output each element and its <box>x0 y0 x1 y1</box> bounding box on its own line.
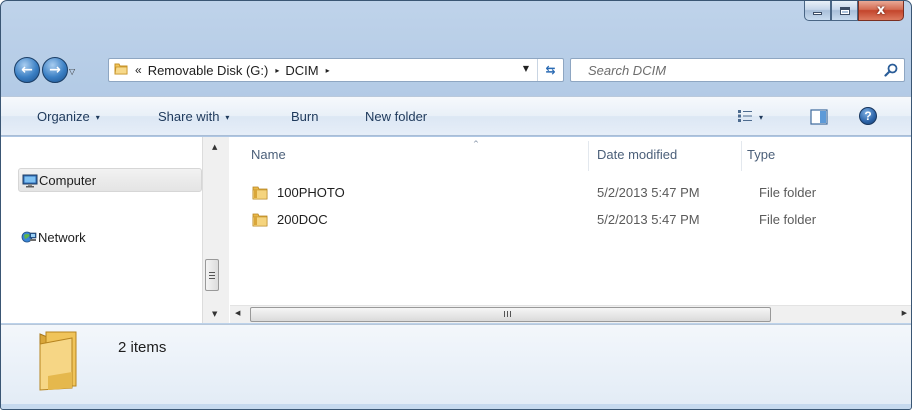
nav-item-computer[interactable]: Computer <box>18 168 202 192</box>
file-date-modified: 5/2/2013 5:47 PM <box>597 212 700 227</box>
folder-icon <box>251 211 269 232</box>
close-button[interactable]: x <box>858 1 904 21</box>
grip-icon <box>504 311 511 317</box>
explorer-window: x ← → ▽ « Removable Disk (G:) ▸ DCIM ▸ ▼ <box>0 0 912 410</box>
chevron-down-icon: ▾ <box>759 113 764 122</box>
breadcrumb-overflow[interactable]: « <box>135 63 142 77</box>
chevron-down-icon: ▾ <box>95 113 100 122</box>
scroll-down-icon[interactable]: ▼ <box>212 310 217 318</box>
scroll-left-icon[interactable]: ◀ <box>235 309 240 317</box>
chevron-down-icon: ▾ <box>225 113 230 122</box>
details-view-icon <box>737 109 753 126</box>
preview-pane-icon <box>810 109 828 128</box>
refresh-button[interactable]: ⇆ <box>537 59 563 81</box>
preview-pane-button[interactable] <box>810 109 828 128</box>
folder-icon <box>113 61 129 80</box>
help-icon: ? <box>864 109 872 123</box>
file-name: 200DOC <box>277 212 328 227</box>
navigation-pane-scrollbar[interactable]: ▲ ▼ <box>202 137 229 323</box>
refresh-icon: ⇆ <box>545 63 556 77</box>
caption-buttons: x <box>804 1 904 23</box>
organize-menu[interactable]: Organize ▾ <box>37 109 100 124</box>
scrollbar-thumb[interactable] <box>250 307 771 322</box>
scrollbar-thumb[interactable] <box>205 259 219 291</box>
recent-pages-button[interactable]: ▽ <box>69 67 75 76</box>
command-bar: Organize ▾ Share with ▾ Burn New folder ▾ <box>1 96 911 136</box>
file-row[interactable]: 100PHOTO 5/2/2013 5:47 PM File folder <box>251 183 911 205</box>
help-button[interactable]: ? <box>859 107 877 125</box>
search-box <box>570 58 905 82</box>
maximize-button[interactable] <box>831 1 858 21</box>
network-icon <box>21 229 37 248</box>
file-name: 100PHOTO <box>277 185 345 200</box>
address-history-dropdown[interactable]: ▼ <box>523 64 529 73</box>
navigation-bar: ← → ▽ « Removable Disk (G:) ▸ DCIM ▸ ▼ ⇆ <box>1 53 911 87</box>
file-type: File folder <box>759 212 817 227</box>
column-header-date-modified[interactable]: Date modified <box>597 147 677 162</box>
chevron-down-icon: ▽ <box>69 67 76 76</box>
share-with-label: Share with <box>158 109 220 124</box>
forward-button[interactable]: → <box>42 57 68 83</box>
minimize-icon <box>813 12 822 15</box>
nav-item-network[interactable]: Network <box>18 225 86 249</box>
breadcrumb-separator-icon[interactable]: ▸ <box>326 66 330 75</box>
address-bar[interactable]: « Removable Disk (G:) ▸ DCIM ▸ ▼ ⇆ <box>108 58 564 82</box>
file-list: ^ Name Date modified Type 100PHOTO 5/2/2… <box>229 137 911 323</box>
sort-ascending-icon: ^ <box>473 140 479 148</box>
file-list-scrollbar[interactable]: ◀ ▶ <box>230 305 911 323</box>
close-icon: x <box>876 3 886 18</box>
file-type: File folder <box>759 185 817 200</box>
minimize-button[interactable] <box>804 1 831 21</box>
burn-button[interactable]: Burn <box>291 109 318 124</box>
column-header-type[interactable]: Type <box>747 147 775 162</box>
file-date-modified: 5/2/2013 5:47 PM <box>597 185 700 200</box>
column-divider[interactable] <box>741 141 742 171</box>
search-icon[interactable] <box>883 62 899 81</box>
back-button[interactable]: ← <box>14 57 40 83</box>
maximize-icon <box>839 6 850 15</box>
navigation-pane: Computer Network <box>1 137 229 323</box>
column-header-name[interactable]: Name <box>251 147 286 162</box>
nav-item-label: Network <box>38 229 86 245</box>
change-view-button[interactable]: ▾ <box>737 109 763 126</box>
folder-icon <box>36 330 82 395</box>
forward-arrow-icon: → <box>49 62 61 78</box>
breadcrumb-separator-icon[interactable]: ▸ <box>275 66 279 75</box>
column-divider[interactable] <box>588 141 589 171</box>
breadcrumb-removable-disk[interactable]: Removable Disk (G:) <box>148 63 269 78</box>
new-folder-button[interactable]: New folder <box>365 109 427 124</box>
item-count: 2 items <box>118 339 167 356</box>
grip-icon <box>209 272 215 279</box>
breadcrumb-dcim[interactable]: DCIM <box>285 63 318 78</box>
details-pane: 2 items <box>1 324 911 404</box>
organize-label: Organize <box>37 109 90 124</box>
search-input[interactable] <box>571 59 871 81</box>
computer-icon <box>22 173 38 192</box>
file-row[interactable]: 200DOC 5/2/2013 5:47 PM File folder <box>251 210 911 232</box>
nav-item-label: Computer <box>39 172 97 188</box>
folder-icon <box>251 184 269 205</box>
scroll-up-icon[interactable]: ▲ <box>212 143 217 151</box>
share-with-menu[interactable]: Share with ▾ <box>158 109 229 124</box>
scroll-right-icon[interactable]: ▶ <box>902 309 907 317</box>
back-arrow-icon: ← <box>21 62 33 78</box>
